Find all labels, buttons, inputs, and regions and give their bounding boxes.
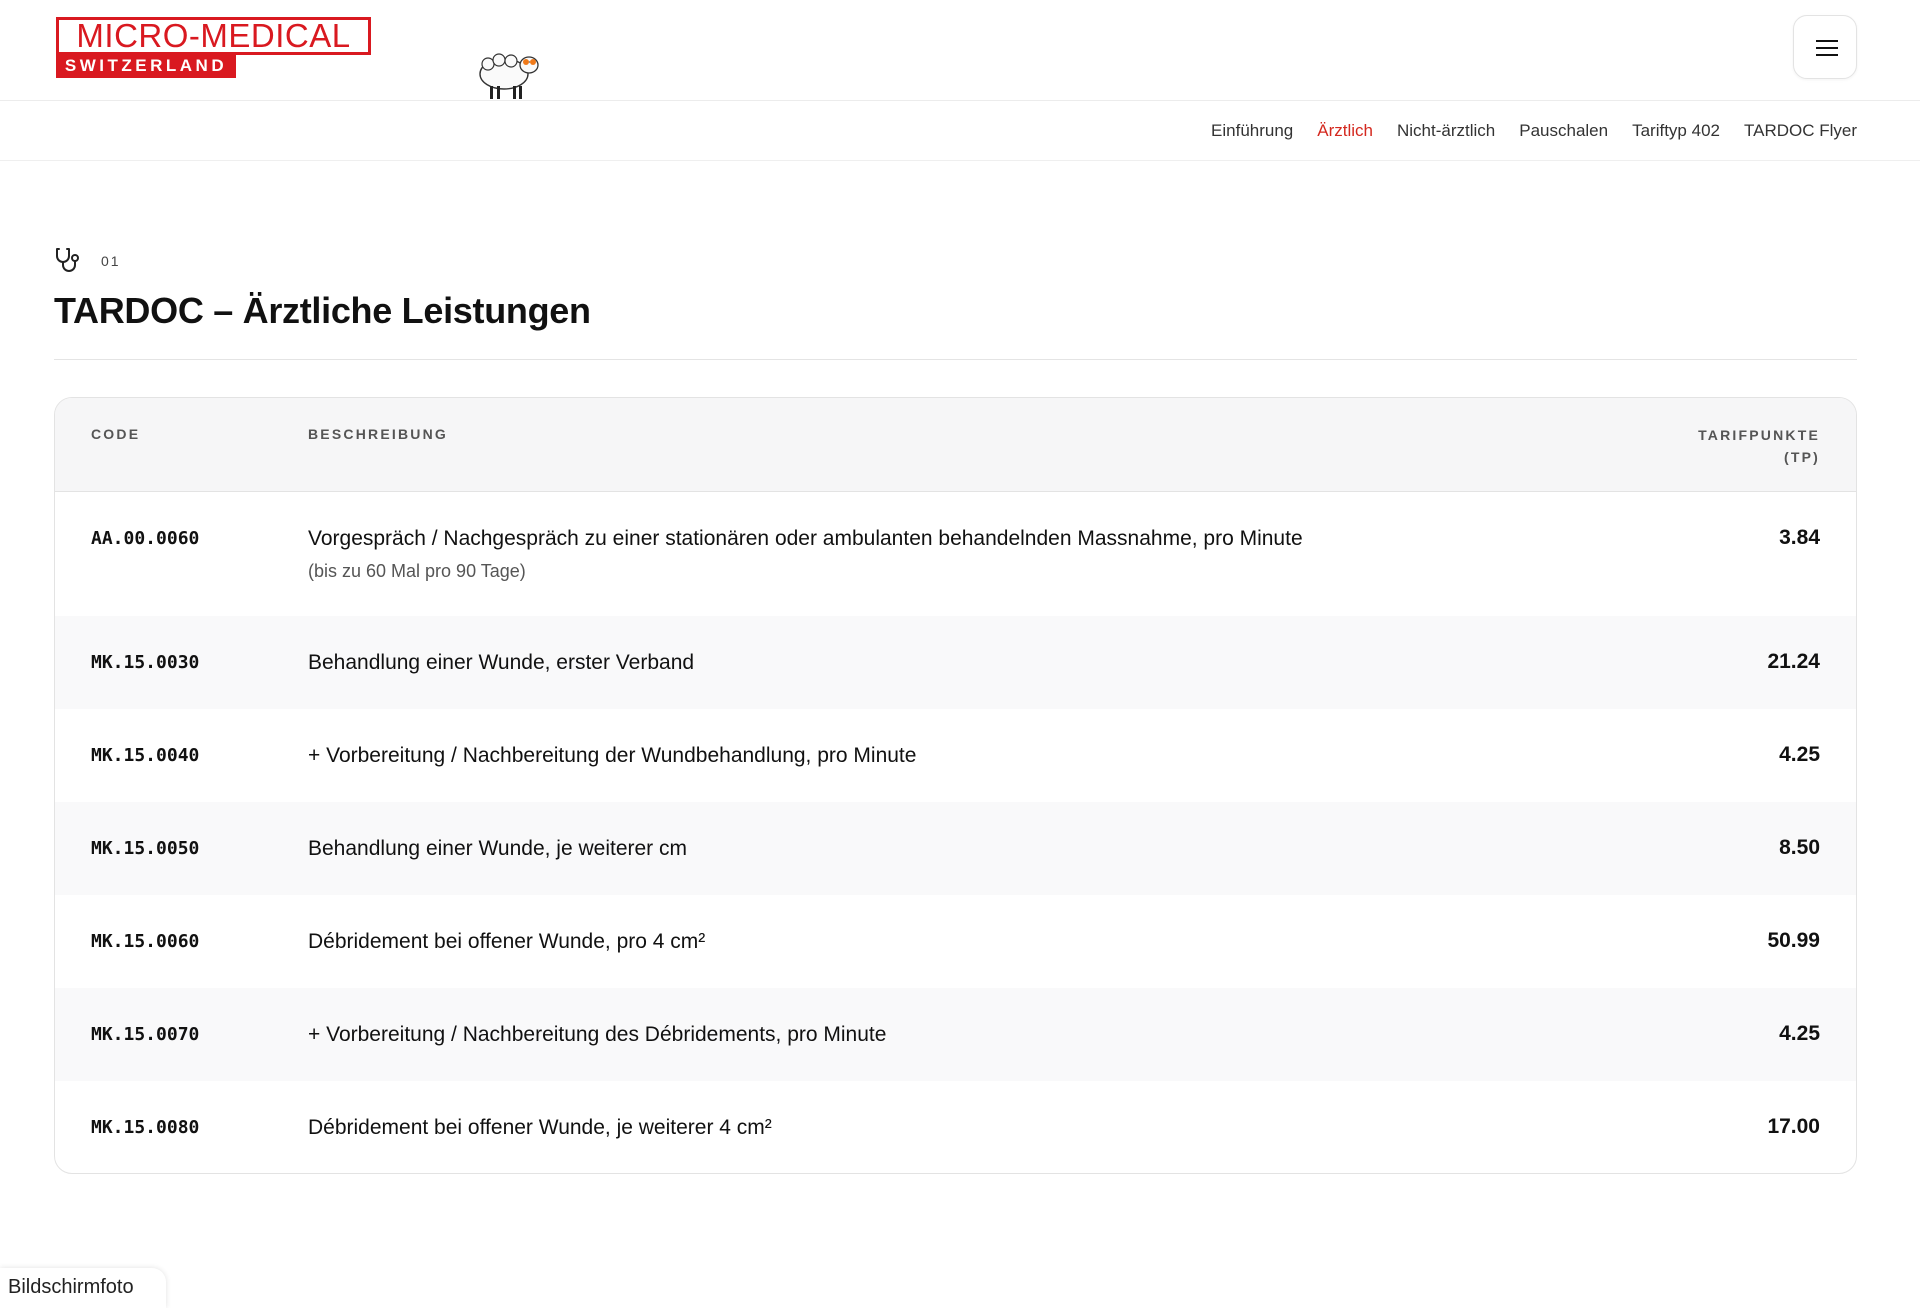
table-row: AA.00.0060 Vorgespräch / Nachgespräch zu… — [55, 492, 1856, 616]
row-code: AA.00.0060 — [91, 528, 200, 549]
row-description: Débridement bei offener Wunde, pro 4 cm² — [308, 930, 706, 953]
menu-button[interactable] — [1793, 15, 1857, 79]
logo-subtitle: SWITZERLAND — [56, 54, 236, 78]
row-description: Vorgespräch / Nachgespräch zu einer stat… — [308, 527, 1303, 550]
table-row: MK.15.0070 + Vorbereitung / Nachbereitun… — [55, 988, 1856, 1081]
table-row: MK.15.0080 Débridement bei offener Wunde… — [55, 1081, 1856, 1173]
nav-item-tariftyp-402[interactable]: Tariftyp 402 — [1632, 121, 1720, 141]
row-code: MK.15.0060 — [91, 931, 200, 952]
logo-wordmark: MICRO-MEDICAL — [56, 17, 371, 55]
column-header-tp-line1: TARIFPUNKTE — [1698, 427, 1820, 443]
nav-item-nicht-aerztlich[interactable]: Nicht-ärztlich — [1397, 121, 1495, 141]
nav-item-tardoc-flyer[interactable]: TARDOC Flyer — [1744, 121, 1857, 141]
row-description: Behandlung einer Wunde, je weiterer cm — [308, 837, 687, 860]
row-code: MK.15.0050 — [91, 838, 200, 859]
nav-item-aerztlich[interactable]: Ärztlich — [1317, 121, 1373, 141]
section-nav: Einführung Ärztlich Nicht-ärztlich Pausc… — [0, 101, 1920, 161]
table-body: AA.00.0060 Vorgespräch / Nachgespräch zu… — [55, 492, 1856, 1173]
row-code: MK.15.0040 — [91, 745, 200, 766]
section-number: 01 — [101, 253, 121, 269]
row-description: + Vorbereitung / Nachbereitung der Wundb… — [308, 744, 917, 767]
row-tarifpunkte: 4.25 — [1779, 743, 1820, 766]
tariff-table: CODE BESCHREIBUNG TARIFPUNKTE (TP) AA.00… — [54, 397, 1857, 1174]
row-tarifpunkte: 17.00 — [1767, 1115, 1820, 1138]
section-divider — [54, 359, 1857, 360]
row-description: + Vorbereitung / Nachbereitung des Débri… — [308, 1023, 887, 1046]
column-header-tp-line2: (TP) — [1783, 449, 1820, 465]
table-row: MK.15.0030 Behandlung einer Wunde, erste… — [55, 616, 1856, 709]
row-tarifpunkte: 3.84 — [1779, 526, 1820, 549]
row-note: (bis zu 60 Mal pro 90 Tage) — [308, 561, 526, 581]
row-code: MK.15.0030 — [91, 652, 200, 673]
row-code: MK.15.0080 — [91, 1117, 200, 1138]
hamburger-icon-line — [1816, 47, 1838, 49]
column-header-description: BESCHREIBUNG — [308, 426, 448, 442]
hamburger-icon-line — [1816, 54, 1838, 56]
table-row: MK.15.0060 Débridement bei offener Wunde… — [55, 895, 1856, 988]
table-row: MK.15.0050 Behandlung einer Wunde, je we… — [55, 802, 1856, 895]
row-tarifpunkte: 21.24 — [1767, 650, 1820, 673]
sheep-mascot-icon — [479, 53, 539, 99]
nav-item-pauschalen[interactable]: Pauschalen — [1519, 121, 1608, 141]
row-description: Débridement bei offener Wunde, je weiter… — [308, 1116, 772, 1139]
hamburger-icon — [1816, 40, 1838, 42]
page-title: TARDOC – Ärztliche Leistungen — [54, 290, 591, 331]
micro-medical-logo[interactable]: MICRO-MEDICAL SWITZERLAND — [56, 17, 371, 78]
row-tarifpunkte: 50.99 — [1767, 929, 1820, 952]
table-row: MK.15.0040 + Vorbereitung / Nachbereitun… — [55, 709, 1856, 802]
top-bar: MICRO-MEDICAL SWITZERLAND — [0, 0, 1920, 101]
column-header-tarifpunkte: TARIFPUNKTE (TP) — [1698, 424, 1820, 468]
column-header-code: CODE — [91, 426, 141, 442]
nav-item-einfuehrung[interactable]: Einführung — [1211, 121, 1293, 141]
row-tarifpunkte: 8.50 — [1779, 836, 1820, 859]
stethoscope-icon — [56, 248, 79, 272]
row-tarifpunkte: 4.25 — [1779, 1022, 1820, 1045]
table-header: CODE BESCHREIBUNG TARIFPUNKTE (TP) — [55, 398, 1856, 492]
row-code: MK.15.0070 — [91, 1024, 200, 1045]
screenshot-label: Bildschirmfoto — [0, 1268, 166, 1308]
row-description: Behandlung einer Wunde, erster Verband — [308, 651, 695, 674]
